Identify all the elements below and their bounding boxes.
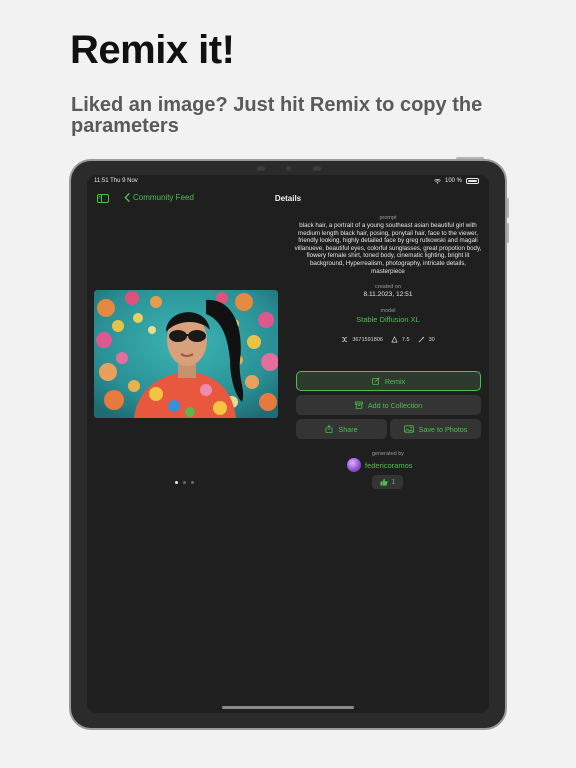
seed-icon [342,337,348,342]
details-panel: prompt black hair, a portrait of a young… [294,215,482,343]
remix-button[interactable]: Remix [296,371,481,391]
battery-icon [466,178,479,184]
like-count: 1 [391,478,396,486]
share-button-label: Share [338,424,358,434]
ipad-camera [286,166,291,171]
share-icon [326,425,333,433]
portrait-image [94,290,278,418]
archive-box-icon [355,401,363,409]
prompt-text: black hair, a portrait of a young southe… [294,222,482,275]
carousel-page-indicator[interactable] [175,481,194,484]
carousel-dot[interactable] [183,481,186,484]
carousel-dot[interactable] [175,481,178,484]
edit-icon [372,377,380,385]
created-label: created on [375,284,401,291]
status-time: 11:51 Thu 9 Nov [94,178,138,184]
guidance-value: 7.5 [401,336,410,343]
save-to-photos-label: Save to Photos [418,424,468,434]
ipad-sensor [257,166,265,171]
thumbs-up-icon [380,478,388,486]
share-button[interactable]: Share [296,419,387,439]
status-indicators: 100 % [434,178,479,184]
ipad-sensor [313,166,321,171]
author-username: federicoramos [365,460,413,470]
steps-value: 30 [428,336,435,343]
avatar [347,458,361,472]
add-to-collection-button[interactable]: Add to Collection [296,395,481,415]
seed-value: 3671591806 [352,336,383,343]
created-value: 8.11.2023, 12:51 [363,291,413,299]
page-title: Details [274,194,302,203]
generated-by-label: generated by [371,451,405,457]
model-label: model [380,308,396,315]
author-link[interactable]: federicoramos [347,458,413,472]
home-indicator[interactable] [222,706,354,709]
steps-icon [418,336,424,343]
carousel-dot[interactable] [191,481,194,484]
guidance-icon [391,336,398,343]
prompt-label: prompt [379,215,397,221]
save-to-photos-button[interactable]: Save to Photos [390,419,481,439]
photo-download-icon [403,425,414,433]
promo-headline: Remix it! [70,28,235,72]
model-value[interactable]: Stable Diffusion XL [294,315,482,324]
wifi-icon [434,178,441,184]
add-to-collection-label: Add to Collection [367,400,423,410]
battery-percent: 100 % [444,178,462,184]
promo-subhead: Liked an image? Just hit Remix to copy t… [71,94,483,137]
app-screen: 11:51 Thu 9 Nov 100 % Community Feed Det… [87,175,489,713]
generated-image[interactable] [94,290,278,418]
generation-params: 3671591806 7.5 30 [294,336,482,343]
remix-button-label: Remix [384,376,406,386]
like-button[interactable]: 1 [372,475,403,489]
